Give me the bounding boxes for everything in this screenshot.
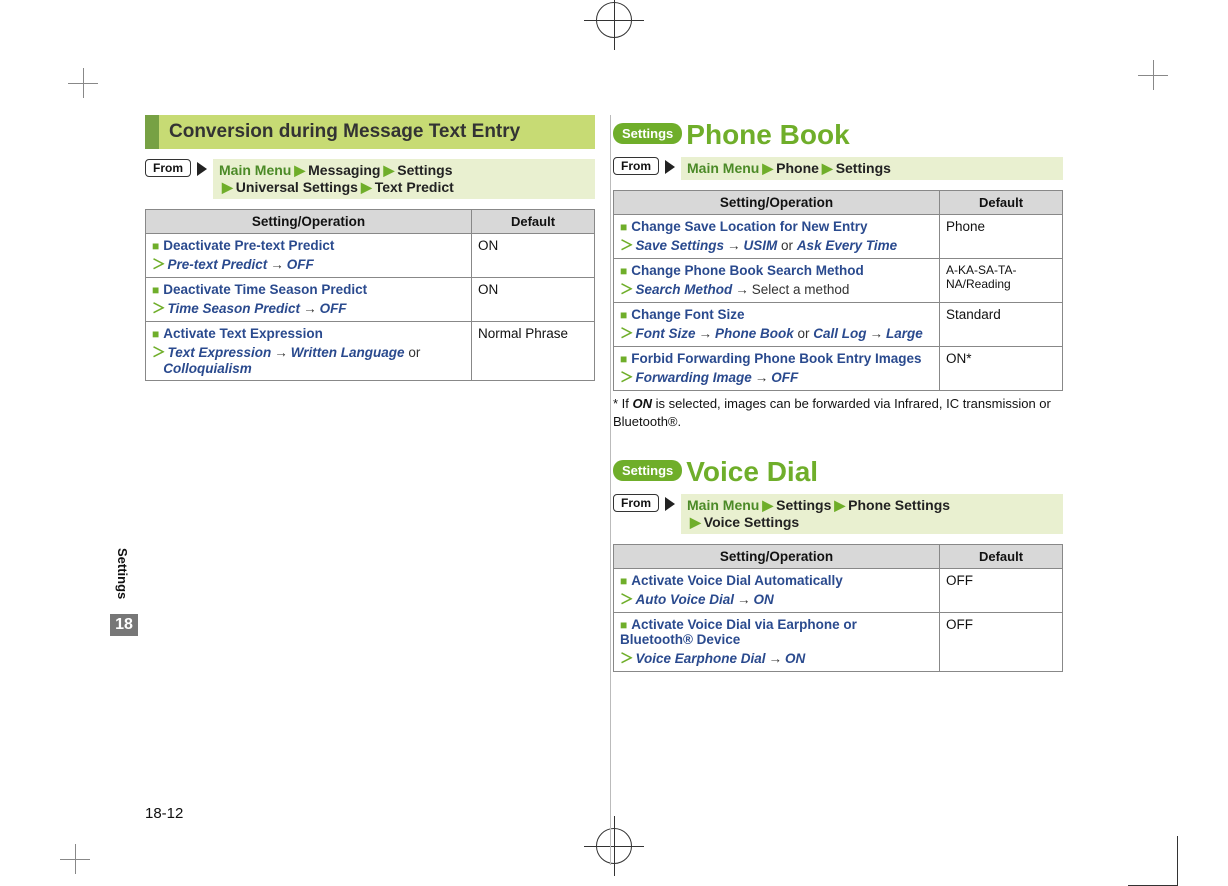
footnote-on: * If ON is selected, images can be forwa… [613,395,1063,430]
breadcrumb: Main Menu▶Messaging▶Settings ▶Universal … [213,159,595,199]
register-mark-bl [60,844,90,874]
table-header-default: Default [472,210,595,234]
table-row: ■Activate Voice Dial via Earphone or Blu… [614,613,1063,672]
breadcrumb: Main Menu▶Settings▶Phone Settings ▶Voice… [681,494,1063,534]
settings-badge: Settings [613,123,682,144]
crop-mark-top [584,0,644,50]
breadcrumb: Main Menu▶Phone▶Settings [681,157,1063,180]
register-mark-tl [68,68,98,98]
table-header-setting: Setting/Operation [614,191,940,215]
table-header-default: Default [940,191,1063,215]
table-row: ■Change Save Location for New Entry ＞Sav… [614,215,1063,259]
table-row: ■Deactivate Time Season Predict ＞Time Se… [146,278,595,322]
table-row: ■Deactivate Pre-text Predict ＞Pre-text P… [146,234,595,278]
banner-conversion: Conversion during Message Text Entry [145,115,595,149]
arrow-icon [665,497,675,511]
crop-mark-bottom [584,816,644,876]
register-mark-tr [1138,60,1168,90]
from-path-phone: From Main Menu▶Phone▶Settings [613,157,1063,180]
side-tab-label: Settings [115,548,130,599]
section-phone-book: SettingsPhone Book [613,119,1063,151]
column-divider [610,115,611,865]
from-badge: From [613,157,659,175]
table-text-predict: Setting/OperationDefault ■Deactivate Pre… [145,209,595,381]
table-row: ■Activate Text Expression ＞Text Expressi… [146,322,595,381]
table-header-setting: Setting/Operation [614,545,940,569]
table-row: ■Forbid Forwarding Phone Book Entry Imag… [614,347,1063,391]
table-row: ■Change Phone Book Search Method ＞Search… [614,259,1063,303]
arrow-icon [197,162,207,176]
from-badge: From [145,159,191,177]
settings-badge: Settings [613,460,682,481]
table-row: ■Change Font Size ＞Font Size→Phone Book … [614,303,1063,347]
page-number: 18-12 [145,805,183,822]
table-header-setting: Setting/Operation [146,210,472,234]
section-voice-dial: SettingsVoice Dial [613,456,1063,488]
table-voice-dial: Setting/OperationDefault ■Activate Voice… [613,544,1063,672]
from-path-text-predict: From Main Menu▶Messaging▶Settings ▶Unive… [145,159,595,199]
from-badge: From [613,494,659,512]
table-phone-book: Setting/OperationDefault ■Change Save Lo… [613,190,1063,391]
right-column: SettingsPhone Book From Main Menu▶Phone▶… [613,115,1063,672]
crop-corner-br [1128,836,1178,886]
table-header-default: Default [940,545,1063,569]
side-tab-chapter: 18 [110,614,138,636]
from-path-voice: From Main Menu▶Settings▶Phone Settings ▶… [613,494,1063,534]
left-column: Conversion during Message Text Entry Fro… [145,115,595,672]
arrow-icon [665,160,675,174]
table-row: ■Activate Voice Dial Automatically ＞Auto… [614,569,1063,613]
